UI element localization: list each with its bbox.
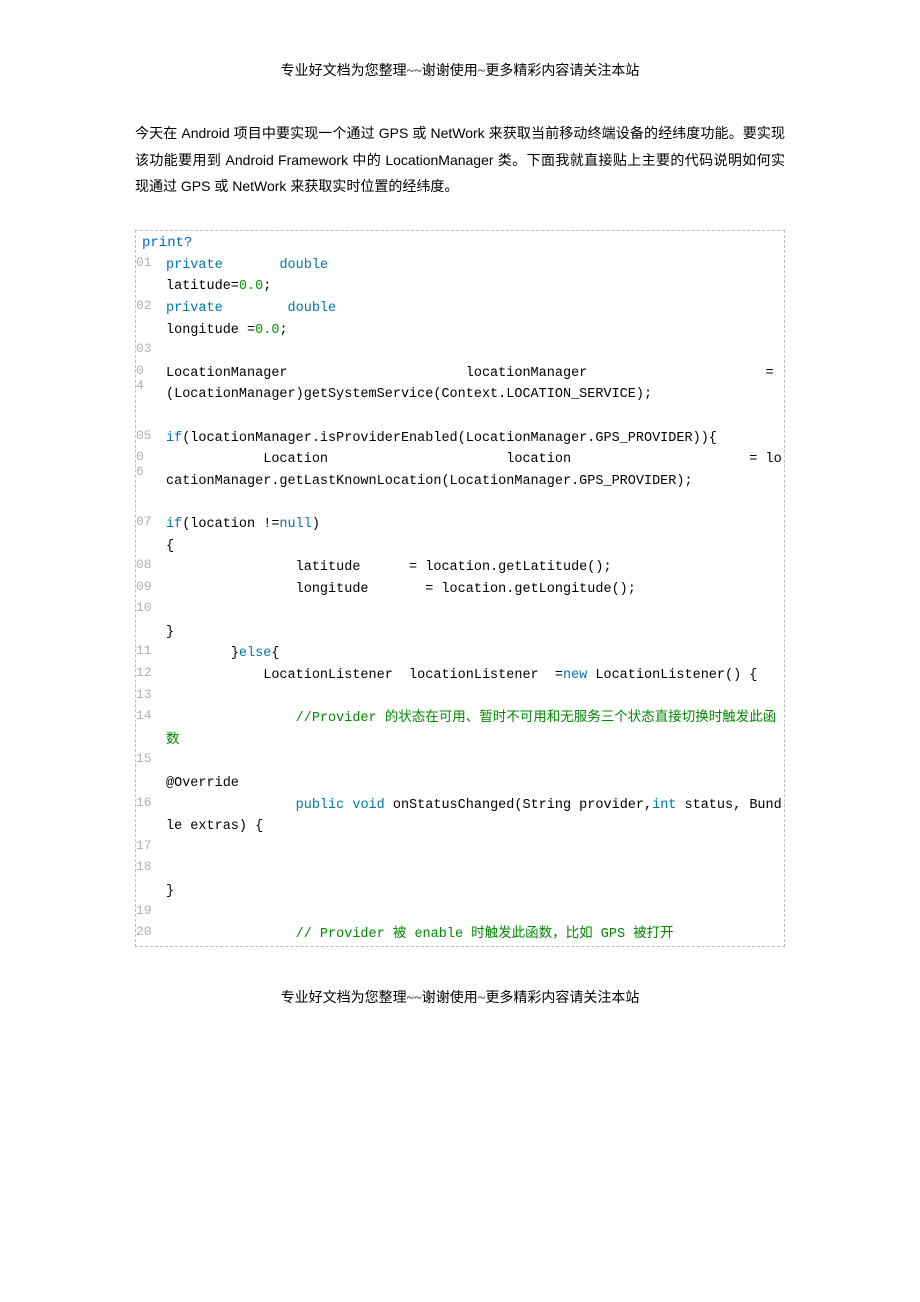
code-line: Location location = locationManager.getL… (166, 449, 784, 492)
line-number: 19 (136, 903, 166, 925)
page: 专业好文档为您整理~~谢谢使用~更多精彩内容请关注本站 今天在 Android … (0, 0, 920, 1047)
code-line: private double latitude=0.0; (166, 255, 784, 298)
code-line: //Provider 的状态在可用、暂时不可用和无服务三个状态直接切换时触发此函… (166, 708, 784, 751)
line-number: 12 (136, 665, 166, 687)
code-line (166, 903, 784, 925)
code-table: 01 private double latitude=0.0; 02 priva… (136, 255, 784, 946)
line-number: 09 (136, 579, 166, 601)
code-line: // Provider 被 enable 时触发此函数，比如 GPS 被打开 (166, 924, 784, 946)
line-number: 18 (136, 859, 166, 902)
line-number: 11 (136, 643, 166, 665)
code-line: latitude = location.getLatitude(); (166, 557, 784, 579)
line-number: 13 (136, 687, 166, 709)
line-number: 0 4 (136, 363, 166, 406)
code-line (166, 838, 784, 860)
line-number: 16 (136, 795, 166, 838)
code-line: }else{ (166, 643, 784, 665)
line-number: 14 (136, 708, 166, 751)
code-line (166, 341, 784, 363)
page-header: 专业好文档为您整理~~谢谢使用~更多精彩内容请关注本站 (135, 60, 785, 80)
print-link[interactable]: print? (136, 231, 784, 255)
code-line: if(location !=null) { (166, 514, 784, 557)
code-line: } (166, 600, 784, 643)
code-line: } (166, 859, 784, 902)
code-line: LocationManager locationManager = (Locat… (166, 363, 784, 406)
line-number: 17 (136, 838, 166, 860)
code-line (166, 687, 784, 709)
code-line: public void onStatusChanged(String provi… (166, 795, 784, 838)
line-number: 08 (136, 557, 166, 579)
line-number: 02 (136, 298, 166, 341)
line-number: 20 (136, 924, 166, 946)
code-line: if(locationManager.isProviderEnabled(Loc… (166, 428, 784, 450)
line-number: 01 (136, 255, 166, 298)
code-line: LocationListener locationListener =new L… (166, 665, 784, 687)
code-line: private double longitude =0.0; (166, 298, 784, 341)
intro-paragraph: 今天在 Android 项目中要实现一个通过 GPS 或 NetWork 来获取… (135, 120, 785, 200)
line-number: 10 (136, 600, 166, 643)
page-footer: 专业好文档为您整理~~谢谢使用~更多精彩内容请关注本站 (135, 987, 785, 1007)
code-line: @Override (166, 751, 784, 794)
line-number: 0 6 (136, 449, 166, 492)
line-number: 15 (136, 751, 166, 794)
line-number: 05 (136, 428, 166, 450)
code-line: longitude = location.getLongitude(); (166, 579, 784, 601)
line-number: 03 (136, 341, 166, 363)
code-block: print? 01 private double latitude=0.0; 0… (135, 230, 785, 947)
line-number: 07 (136, 514, 166, 557)
